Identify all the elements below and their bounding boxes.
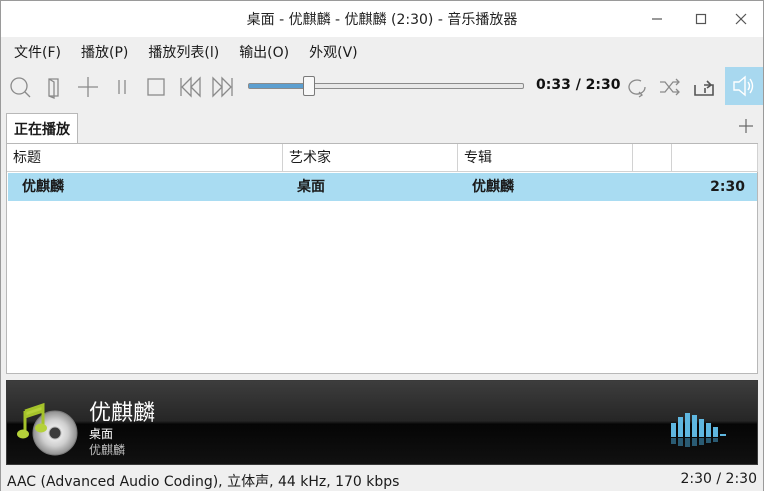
column-length[interactable] [672, 144, 758, 172]
time-display: 0:33 / 2:30 [536, 77, 621, 93]
repeat-icon [628, 79, 646, 98]
toolbar: 0:33 / 2:30 [1, 67, 763, 107]
row-album: 优麒麟 [472, 179, 514, 195]
tab-bar: 正在播放 [1, 107, 763, 144]
title-bar: 桌面 - 优麒麟 - 优麒麟 (2:30) - 音乐播放器 [1, 1, 763, 37]
close-icon [735, 13, 747, 25]
add-button[interactable] [74, 73, 102, 101]
column-album[interactable]: 专辑 [458, 144, 633, 172]
seek-progress [249, 84, 310, 88]
row-length: 2:30 [710, 179, 745, 195]
stop-icon [147, 78, 165, 96]
row-title: 优麒麟 [22, 179, 64, 195]
open-file-button[interactable] [41, 73, 69, 101]
search-button[interactable] [6, 73, 34, 101]
previous-button[interactable] [176, 73, 204, 101]
now-playing-panel: 优麒麟 桌面 优麒麟 [6, 380, 758, 465]
now-playing-title: 优麒麟 [89, 401, 156, 426]
menu-play[interactable]: 播放(P) [74, 42, 135, 62]
now-playing-artist: 桌面 [89, 427, 114, 441]
open-file-icon [48, 78, 59, 99]
status-bar: AAC (Advanced Audio Coding), 立体声, 44 kHz… [1, 467, 763, 491]
next-button[interactable] [209, 73, 237, 101]
repeat-one-icon [694, 80, 714, 96]
table-row[interactable]: 优麒麟 桌面 优麒麟 2:30 [8, 173, 757, 201]
menu-playlist[interactable]: 播放列表(l) [141, 42, 226, 62]
main-window: 桌面 - 优麒麟 - 优麒麟 (2:30) - 音乐播放器 文件(F) 播放(P… [0, 0, 764, 491]
row-artist: 桌面 [297, 179, 325, 195]
search-icon [10, 77, 31, 98]
minimize-button[interactable] [635, 1, 679, 37]
menu-output[interactable]: 输出(O) [232, 42, 296, 62]
column-artist[interactable]: 艺术家 [283, 144, 458, 172]
seek-slider[interactable] [248, 76, 524, 96]
next-icon [212, 76, 233, 98]
add-tab-button[interactable] [735, 115, 757, 137]
music-cd-icon [17, 402, 78, 456]
playlist-header: 标题 艺术家 专辑 [7, 144, 758, 172]
previous-icon [180, 76, 201, 98]
shuffle-icon [660, 78, 680, 96]
repeat-button[interactable] [623, 73, 651, 101]
volume-button[interactable] [725, 67, 763, 105]
pause-icon [118, 80, 126, 94]
maximize-button[interactable] [679, 1, 723, 37]
column-title[interactable]: 标题 [7, 144, 283, 172]
menu-bar: 文件(F) 播放(P) 播放列表(l) 输出(O) 外观(V) [1, 37, 763, 67]
now-playing-album: 优麒麟 [89, 443, 126, 457]
seek-handle[interactable] [303, 76, 316, 96]
status-time: 2:30 / 2:30 [680, 471, 758, 487]
tab-now-playing[interactable]: 正在播放 [6, 113, 78, 144]
minimize-icon [652, 18, 662, 20]
pause-button[interactable] [108, 73, 136, 101]
shuffle-button[interactable] [656, 73, 684, 101]
maximize-icon [695, 13, 707, 25]
playlist-view[interactable]: 标题 艺术家 专辑 优麒麟 桌面 优麒麟 2:30 [6, 143, 758, 374]
visualizer-icon[interactable] [671, 409, 731, 449]
window-title: 桌面 - 优麒麟 - 优麒麟 (2:30) - 音乐播放器 [246, 12, 518, 28]
add-icon [78, 77, 98, 97]
menu-file[interactable]: 文件(F) [7, 42, 68, 62]
add-icon [739, 119, 753, 133]
stop-button[interactable] [142, 73, 170, 101]
menu-appearance[interactable]: 外观(V) [302, 42, 365, 62]
format-info: AAC (Advanced Audio Coding), 立体声, 44 kHz… [7, 474, 400, 490]
close-button[interactable] [719, 1, 763, 37]
repeat-one-button[interactable] [690, 73, 718, 101]
column-extra[interactable] [633, 144, 672, 172]
volume-icon [733, 75, 754, 97]
